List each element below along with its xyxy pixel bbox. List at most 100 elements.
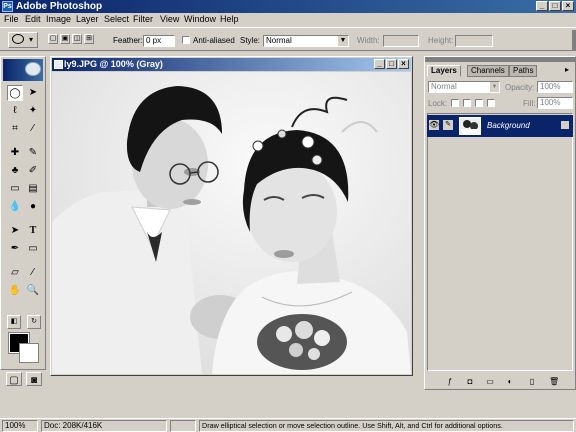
zoom-tool-icon[interactable]: 🔍	[25, 283, 41, 299]
doc-size-info[interactable]: Doc: 208K/416K	[41, 420, 167, 432]
opacity-input[interactable]: 100%	[537, 81, 573, 93]
layer-row-background[interactable]: 👁 ✎ Background	[427, 115, 573, 137]
clone-stamp-tool-icon[interactable]: ♣	[7, 163, 23, 179]
feather-input[interactable]: 0 px	[143, 35, 175, 47]
doc-maximize-button[interactable]: □	[386, 59, 397, 69]
quick-mask-mode-icon[interactable]: ◙	[26, 372, 42, 386]
height-label: Height:	[428, 36, 454, 45]
anti-aliased-label: Anti-aliased	[193, 36, 235, 45]
doc-close-button[interactable]: ×	[398, 59, 409, 69]
eraser-tool-icon[interactable]: ▭	[7, 181, 23, 197]
menu-edit[interactable]: Edit	[25, 14, 41, 24]
menu-bar: File Edit Image Layer Select Filter View…	[0, 13, 576, 26]
type-tool-icon[interactable]: T	[25, 223, 41, 239]
lock-all-checkbox[interactable]	[487, 99, 495, 107]
tool-options-bar: ▾ ▢ ▣ ◫ ⊞ Feather: 0 px Anti-aliased Sty…	[0, 27, 576, 51]
zoom-level-field[interactable]: 100%	[2, 420, 38, 432]
lock-image-checkbox[interactable]	[463, 99, 471, 107]
dodge-tool-icon[interactable]: ●	[25, 199, 41, 215]
eyedropper-tool-icon[interactable]: ⁄	[25, 265, 41, 281]
close-button[interactable]: ×	[562, 1, 574, 11]
menu-image[interactable]: Image	[46, 14, 71, 24]
brush-tool-icon[interactable]: ✎	[25, 145, 41, 161]
swap-colors-icon[interactable]: ↻	[27, 315, 41, 329]
style-select[interactable]: Normal ▼	[263, 35, 349, 47]
gradient-tool-icon[interactable]: ▤	[25, 181, 41, 197]
image-canvas[interactable]	[52, 72, 411, 374]
fill-input[interactable]: 100%	[537, 97, 573, 109]
add-to-selection-button[interactable]: ▣	[60, 34, 70, 44]
lock-position-checkbox[interactable]	[475, 99, 483, 107]
menu-layer[interactable]: Layer	[76, 14, 99, 24]
photoshop-logo[interactable]	[3, 59, 43, 81]
menu-help[interactable]: Help	[220, 14, 239, 24]
thumbnail-image	[460, 118, 480, 134]
height-input[interactable]	[455, 35, 493, 47]
menu-filter[interactable]: Filter	[133, 14, 153, 24]
subtract-selection-button[interactable]: ◫	[72, 34, 82, 44]
eye-visibility-icon[interactable]: 👁	[429, 120, 439, 130]
lock-icon	[561, 121, 569, 129]
document-title: ly9.JPG @ 100% (Gray)	[64, 59, 163, 69]
lasso-tool-icon[interactable]: ℓ	[7, 103, 23, 119]
lock-transparency-checkbox[interactable]	[451, 99, 459, 107]
crop-tool-icon[interactable]: ⌗	[7, 121, 23, 137]
standard-mode-icon[interactable]: ▢	[6, 372, 22, 386]
tab-layers[interactable]: Layers	[427, 65, 461, 77]
trash-icon[interactable]: 🗑	[549, 377, 559, 387]
magic-wand-tool-icon[interactable]: ✦	[25, 103, 41, 119]
photoshop-app-icon[interactable]: Ps	[2, 1, 13, 12]
layers-palette: Layers Channels Paths ▸ Normal ▼ Opacity…	[424, 56, 576, 390]
palette-drag-bar[interactable]	[425, 57, 575, 62]
rectangle-tool-icon[interactable]: ▭	[25, 241, 41, 257]
tab-paths[interactable]: Paths	[509, 65, 538, 77]
maximize-button[interactable]: □	[549, 1, 561, 11]
intersect-selection-button[interactable]: ⊞	[84, 34, 94, 44]
brush-link-icon[interactable]: ✎	[443, 120, 453, 130]
hand-tool-icon[interactable]: ✋	[7, 283, 23, 299]
adjustment-layer-icon[interactable]: ◐	[505, 377, 515, 387]
blur-tool-icon[interactable]: 💧	[7, 199, 23, 215]
palette-well[interactable]	[572, 30, 576, 50]
notes-tool-icon[interactable]: ▱	[7, 265, 23, 281]
blend-mode-select[interactable]: Normal ▼	[428, 81, 500, 93]
document-title-bar[interactable]: ly9.JPG @ 100% (Gray) _ □ ×	[52, 58, 411, 71]
minimize-button[interactable]: _	[536, 1, 548, 11]
menu-view[interactable]: View	[160, 14, 179, 24]
pen-tool-icon[interactable]: ✒	[7, 241, 23, 257]
healing-brush-tool-icon[interactable]: ✚	[7, 145, 23, 161]
chevron-down-icon[interactable]: ▼	[338, 36, 348, 46]
menu-select[interactable]: Select	[104, 14, 129, 24]
new-selection-button[interactable]: ▢	[48, 34, 58, 44]
background-color-swatch[interactable]	[19, 343, 39, 363]
blend-mode-value: Normal	[431, 82, 457, 91]
palette-menu-icon[interactable]: ▸	[561, 65, 573, 75]
menu-file[interactable]: File	[4, 14, 19, 24]
fill-label: Fill:	[523, 99, 536, 108]
add-mask-icon[interactable]: ◘	[465, 377, 475, 387]
default-colors-icon[interactable]: ◧	[7, 315, 21, 329]
new-layer-icon[interactable]: ▯	[527, 377, 537, 387]
anti-aliased-checkbox[interactable]	[182, 36, 190, 44]
move-tool-icon[interactable]: ➤	[25, 85, 41, 101]
width-input[interactable]	[383, 35, 419, 47]
path-selection-tool-icon[interactable]: ➤	[7, 223, 23, 239]
new-set-icon[interactable]: ▭	[485, 377, 495, 387]
tab-channels[interactable]: Channels	[467, 65, 509, 77]
tool-preset-picker[interactable]: ▾	[8, 32, 38, 48]
history-brush-tool-icon[interactable]: ✐	[25, 163, 41, 179]
wedding-photo	[52, 72, 411, 374]
status-tool-icon	[170, 420, 196, 432]
app-title: Adobe Photoshop	[16, 1, 103, 12]
toolbox: ◯ ➤ ℓ ✦ ⌗ ⁄ ✚ ✎ ♣ ✐ ▭ ▤ 💧 ● ➤ T ✒ ▭ ▱ ⁄ …	[0, 56, 46, 370]
app-title-bar[interactable]: Ps Adobe Photoshop _ □ ×	[0, 0, 576, 13]
lock-label: Lock:	[428, 99, 448, 108]
layer-style-icon[interactable]: ƒ	[445, 377, 455, 387]
elliptical-marquee-tool-icon[interactable]: ◯	[7, 85, 23, 101]
status-bar: 100% Doc: 208K/416K Draw elliptical sele…	[0, 418, 576, 432]
style-select-value: Normal	[266, 36, 292, 45]
doc-minimize-button[interactable]: _	[374, 59, 385, 69]
chevron-down-icon[interactable]: ▼	[490, 82, 499, 92]
slice-tool-icon[interactable]: ⁄	[25, 121, 41, 137]
menu-window[interactable]: Window	[184, 14, 216, 24]
